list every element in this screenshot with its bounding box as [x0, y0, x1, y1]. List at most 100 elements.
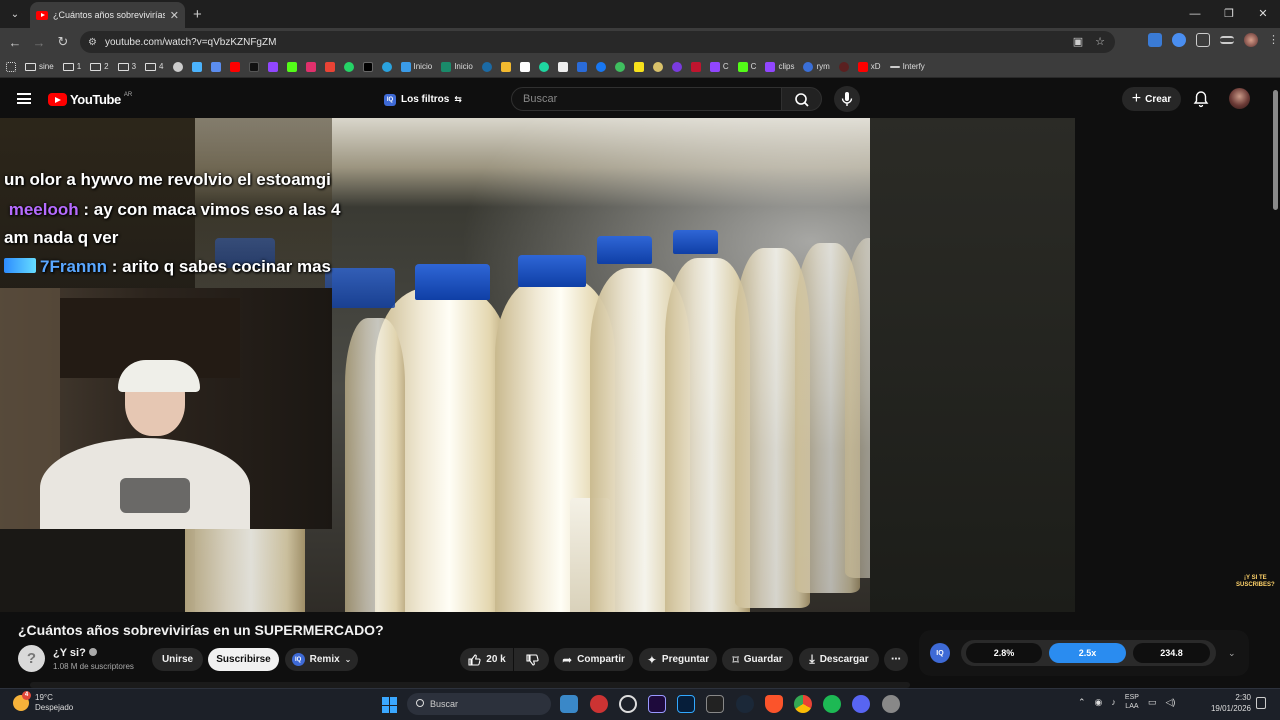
brave-icon[interactable]: [765, 695, 783, 713]
save-button[interactable]: ⌑ Guardar: [722, 648, 793, 671]
close-tab-icon[interactable]: ✕: [170, 9, 179, 22]
bookmark-site[interactable]: [191, 61, 202, 72]
iq-stat-percent[interactable]: 2.8%: [966, 643, 1042, 663]
chrome-icon[interactable]: [794, 695, 812, 713]
epic-games-icon[interactable]: [706, 695, 724, 713]
bookmark-folder-3[interactable]: 3: [117, 62, 136, 71]
notification-icon[interactable]: [1256, 697, 1266, 709]
channel-name[interactable]: ¿Y si?: [53, 647, 97, 659]
create-button[interactable]: + Crear: [1122, 87, 1181, 111]
taskbar-search[interactable]: Buscar: [407, 693, 551, 715]
bookmark-binance[interactable]: [500, 61, 511, 72]
remix-button[interactable]: IQ Remix ⌄: [285, 648, 358, 671]
bookmark-chatgpt[interactable]: [172, 61, 183, 72]
network-icon[interactable]: ▭: [1148, 697, 1157, 708]
voice-search-button[interactable]: [834, 86, 860, 112]
share-button[interactable]: ➦ Compartir: [554, 648, 633, 671]
bookmark-inicio-2[interactable]: Inicio: [441, 61, 473, 72]
dislike-button[interactable]: [514, 648, 549, 671]
subscribe-button[interactable]: Suscribirse: [208, 648, 279, 671]
bookmark-rym[interactable]: rym: [803, 61, 830, 72]
bookmark-gmail[interactable]: [324, 61, 335, 72]
profile-avatar-icon[interactable]: [1244, 33, 1258, 47]
restore-icon[interactable]: ❐: [1212, 0, 1246, 28]
spotify-icon[interactable]: [823, 695, 841, 713]
bookmark-site-a[interactable]: [557, 61, 568, 72]
windows-start-icon[interactable]: [382, 697, 398, 713]
menu-icon[interactable]: [17, 93, 31, 104]
taskbar-clock[interactable]: 2:30 19/01/2026: [1209, 692, 1251, 714]
bookmark-folder-2[interactable]: 2: [90, 62, 109, 71]
channel-watermark[interactable]: ¡Y SI TE SUSCRIBES?: [1236, 575, 1275, 589]
app-icon[interactable]: [619, 695, 637, 713]
show-hidden-icons-icon[interactable]: ⌃: [1078, 697, 1086, 708]
bookmark-steam[interactable]: [481, 61, 492, 72]
search-button[interactable]: [781, 87, 822, 111]
bookmark-instagram[interactable]: [305, 61, 316, 72]
more-actions-button[interactable]: ⋯: [884, 648, 908, 671]
join-button[interactable]: Unirse: [152, 648, 203, 671]
bookmark-facebook[interactable]: [595, 61, 606, 72]
bookmark-inicio-1[interactable]: Inicio: [400, 61, 432, 72]
weather-widget[interactable]: 4 19°C Despejado: [13, 691, 73, 713]
bookmark-dark-circle[interactable]: [838, 61, 849, 72]
vpn-extension-icon[interactable]: [1172, 33, 1186, 47]
bookmark-telegram[interactable]: [381, 61, 392, 72]
bookmark-site-green2[interactable]: [614, 61, 625, 72]
iq-extension-logo[interactable]: IQ: [930, 643, 950, 663]
site-info-icon[interactable]: ⚙: [88, 37, 97, 48]
search-input[interactable]: Buscar: [511, 87, 782, 111]
ask-button[interactable]: ✦ Preguntar: [639, 648, 717, 671]
browser-tab-active[interactable]: ¿Cuántos años sobrevivirías en un SUPERM…: [30, 2, 185, 28]
video-player[interactable]: un olor a hywvo me revolvio el estoamgi …: [0, 118, 1075, 612]
new-tab-icon[interactable]: +: [193, 6, 202, 23]
task-view-icon[interactable]: [560, 695, 578, 713]
bookmark-folder-sine[interactable]: sine: [25, 62, 54, 71]
minimize-icon[interactable]: —: [1178, 0, 1212, 28]
notifications-bell-icon[interactable]: [1193, 90, 1209, 108]
youtube-logo[interactable]: YouTube AR: [48, 92, 132, 107]
premiere-pro-icon[interactable]: [648, 695, 666, 713]
bookmark-interfy[interactable]: Interfy: [889, 62, 925, 71]
back-icon[interactable]: ←: [3, 35, 27, 50]
iq-stat-speed[interactable]: 2.5x: [1049, 643, 1126, 663]
bookmark-site-yellow[interactable]: [633, 61, 644, 72]
bookmark-kick[interactable]: [286, 61, 297, 72]
url-bar[interactable]: ⚙ youtube.com/watch?v=qVbzKZNFgZM ▣ ☆: [80, 31, 1115, 53]
bookmark-site-crown[interactable]: [652, 61, 663, 72]
bookmark-cross[interactable]: [519, 61, 530, 72]
settings-gear-icon[interactable]: [882, 695, 900, 713]
apps-grid-icon[interactable]: [6, 61, 16, 72]
microphone-tray-icon[interactable]: ♪: [1111, 697, 1116, 707]
bookmark-x[interactable]: [362, 61, 373, 72]
bookmark-folder-4[interactable]: 4: [145, 62, 164, 71]
account-avatar[interactable]: [1229, 88, 1250, 109]
bookmark-translate[interactable]: [210, 61, 221, 72]
photoshop-icon[interactable]: [677, 695, 695, 713]
language-indicator[interactable]: ESP LAA: [1125, 693, 1139, 711]
bookmark-youtube[interactable]: [229, 61, 240, 72]
bookmark-kick-c[interactable]: C: [737, 61, 756, 72]
forward-icon[interactable]: →: [27, 35, 51, 50]
bookmark-site-green[interactable]: [538, 61, 549, 72]
bookmark-whatsapp[interactable]: [343, 61, 354, 72]
bookmark-site-blue[interactable]: [576, 61, 587, 72]
extensions-puzzle-icon[interactable]: [1196, 33, 1210, 47]
bookmark-tiktok[interactable]: [248, 61, 259, 72]
cast-icon[interactable]: ▣: [1073, 35, 1083, 48]
discord-icon[interactable]: [852, 695, 870, 713]
translate-extension-icon[interactable]: [1148, 33, 1162, 47]
discord-tray-icon[interactable]: ◉: [1095, 697, 1103, 708]
bookmark-site-purple[interactable]: [671, 61, 682, 72]
page-scrollbar[interactable]: [1273, 90, 1278, 210]
bookmark-folder-1[interactable]: 1: [62, 62, 81, 71]
bookmark-twitch-c[interactable]: C: [709, 61, 729, 72]
chevron-down-icon[interactable]: ⌄: [1228, 648, 1236, 659]
volume-icon[interactable]: ◁): [1165, 697, 1175, 708]
like-button[interactable]: 20 k: [460, 648, 513, 671]
app-icon[interactable]: [590, 695, 608, 713]
filters-button[interactable]: IQ Los filtros ⇆: [378, 89, 468, 110]
iq-stat-value[interactable]: 234.8: [1133, 643, 1210, 663]
reading-list-icon[interactable]: [1220, 36, 1234, 44]
reload-icon[interactable]: ↻: [51, 34, 75, 50]
